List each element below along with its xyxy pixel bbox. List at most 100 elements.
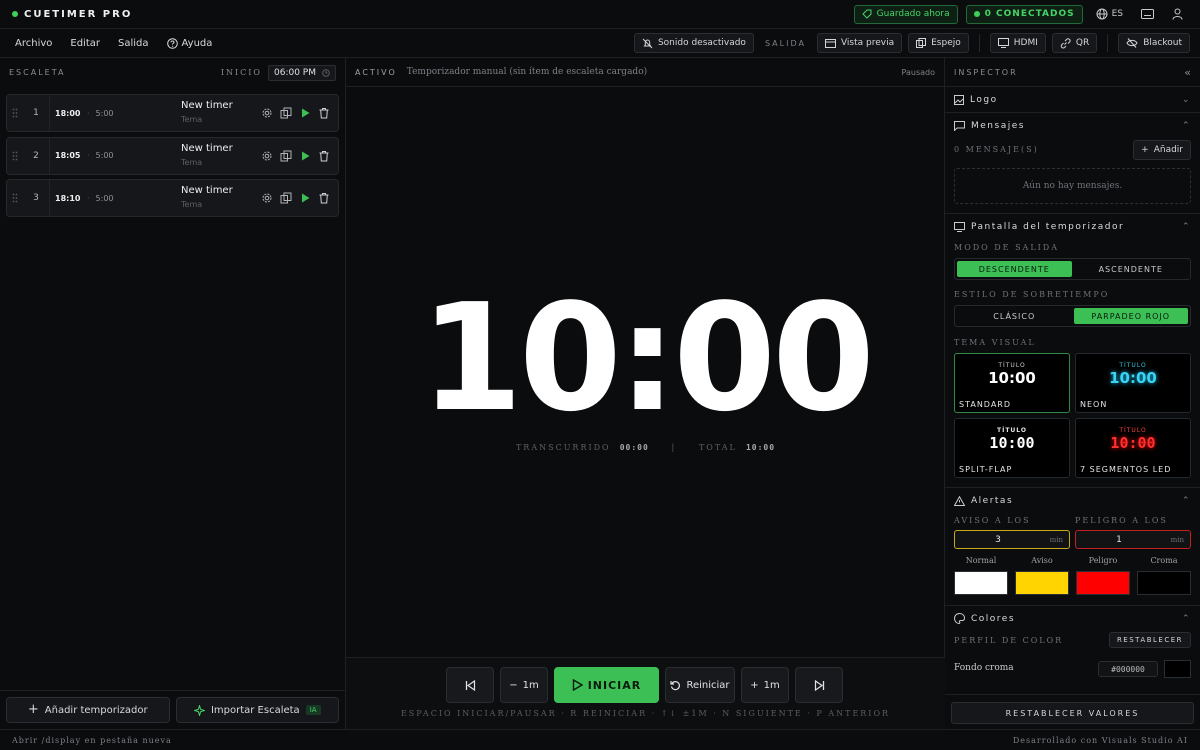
theme-7-segment-led[interactable]: TÍTULO 10:00 7 SEGMENTOS LED <box>1075 418 1191 478</box>
mirror-button[interactable]: Espejo <box>908 33 969 53</box>
reset-profile-button[interactable]: RESTABLECER <box>1108 632 1191 648</box>
warning-at-input[interactable]: 3 min <box>954 530 1070 549</box>
danger-at-value: 1 <box>1116 534 1122 545</box>
delete-icon[interactable] <box>318 107 330 119</box>
overtime-style-toggle: CLÁSICO PARPADEO ROJO <box>954 305 1191 327</box>
previous-button[interactable] <box>446 667 494 703</box>
blackout-button[interactable]: Blackout <box>1118 33 1190 53</box>
import-rundown-button[interactable]: Importar Escaleta IA <box>175 697 339 723</box>
minus-minute-button[interactable]: −1m <box>500 667 548 703</box>
duplicate-icon[interactable] <box>280 107 292 119</box>
collapse-icon[interactable]: « <box>1184 66 1191 79</box>
start-time-input[interactable]: 06:00 PM <box>268 64 336 81</box>
settings-icon[interactable] <box>261 192 273 204</box>
chroma-bg-hex-input[interactable]: #000000 <box>1098 661 1158 677</box>
sound-label: Sonido desactivado <box>657 38 746 48</box>
play-row-icon[interactable] <box>299 107 311 119</box>
keyboard-icon <box>1141 9 1154 19</box>
menu-editar[interactable]: Editar <box>61 38 109 49</box>
overtime-blink-red[interactable]: PARPADEO ROJO <box>1073 308 1188 324</box>
menu-salida[interactable]: Salida <box>109 38 158 49</box>
menu-ayuda[interactable]: Ayuda <box>158 38 222 49</box>
swatch-label-normal: Normal <box>965 556 997 565</box>
logo-header[interactable]: Logo ⌄ <box>954 87 1191 112</box>
add-message-button[interactable]: + Añadir <box>1133 140 1191 160</box>
mode-descending[interactable]: DESCENDENTE <box>957 261 1072 277</box>
timer-display-header[interactable]: Pantalla del temporizador ⌃ <box>954 214 1191 239</box>
drag-handle-icon[interactable] <box>7 193 23 203</box>
swatch-label-croma: Croma <box>1150 556 1178 565</box>
hdmi-button[interactable]: HDMI <box>989 33 1046 53</box>
language-button[interactable]: ES <box>1091 8 1128 20</box>
duplicate-icon[interactable] <box>280 150 292 162</box>
add-timer-label: Añadir temporizador <box>44 704 148 716</box>
keyboard-button[interactable] <box>1136 9 1159 19</box>
row-theme: Tema <box>181 200 203 209</box>
preview-button[interactable]: Vista previa <box>816 33 903 53</box>
row-actions <box>261 192 330 204</box>
drag-handle-icon[interactable] <box>7 108 23 118</box>
reset-button[interactable]: Reiniciar <box>665 667 735 703</box>
rundown-row[interactable]: 3 18:10 · 5:00 New timer Tema <box>6 179 339 217</box>
theme-title: TÍTULO <box>997 427 1027 434</box>
mode-ascending[interactable]: ASCENDENTE <box>1074 261 1189 277</box>
drag-handle-icon[interactable] <box>7 151 23 161</box>
row-name: New timer <box>181 142 233 154</box>
reset-values-button[interactable]: RESTABLECER VALORES <box>951 702 1194 724</box>
delete-icon[interactable] <box>318 192 330 204</box>
delete-icon[interactable] <box>318 150 330 162</box>
theme-split-flap[interactable]: TÍTULO 10:00 SPLIT-FLAP <box>954 418 1070 478</box>
saved-indicator: Guardado ahora <box>853 4 958 24</box>
row-number: 2 <box>23 137 50 174</box>
settings-icon[interactable] <box>261 107 273 119</box>
start-label: INICIAR <box>587 678 642 692</box>
add-timer-button[interactable]: + Añadir temporizador <box>6 697 170 723</box>
section-messages: Mensajes ⌃ 0 MENSAJE(S) + Añadir Aún no ha… <box>945 113 1200 214</box>
preview-label: Vista previa <box>840 38 895 48</box>
link-icon <box>1060 37 1071 49</box>
tag-icon <box>861 9 872 19</box>
total-label: TOTAL <box>698 443 737 452</box>
play-row-icon[interactable] <box>299 192 311 204</box>
colors-header[interactable]: Colores ⌃ <box>954 606 1191 631</box>
qr-button[interactable]: QR <box>1051 33 1098 53</box>
color-swatch-peligro[interactable] <box>1076 571 1130 595</box>
swatch-label-aviso: Aviso <box>1031 556 1053 565</box>
rundown-row[interactable]: 1 18:00 · 5:00 New timer Tema <box>6 94 339 132</box>
overtime-classic[interactable]: CLÁSICO <box>957 308 1072 324</box>
theme-standard[interactable]: TÍTULO 10:00 STANDARD <box>954 353 1070 413</box>
user-button[interactable] <box>1167 8 1188 20</box>
chevron-up-icon: ⌃ <box>1181 221 1191 232</box>
ai-badge: IA <box>305 705 321 715</box>
chroma-bg-swatch[interactable] <box>1164 660 1191 678</box>
start-button[interactable]: INICIAR <box>554 667 659 703</box>
danger-at-input[interactable]: 1 min <box>1075 530 1191 549</box>
theme-value: 10:00 <box>1110 434 1156 452</box>
messages-header[interactable]: Mensajes ⌃ <box>954 113 1191 138</box>
color-swatch-croma[interactable] <box>1137 571 1191 595</box>
menu-archivo[interactable]: Archivo <box>6 38 61 49</box>
connected-button[interactable]: 0 CONECTADOS <box>965 4 1083 24</box>
chevron-up-icon: ⌃ <box>1181 495 1191 506</box>
output-mode-toggle: DESCENDENTE ASCENDENTE <box>954 258 1191 280</box>
minus-icon: − <box>509 679 518 691</box>
plus-minute-button[interactable]: +1m <box>741 667 789 703</box>
alerts-header[interactable]: Alertas ⌃ <box>954 488 1191 513</box>
next-button[interactable] <box>795 667 843 703</box>
color-swatch-normal[interactable] <box>954 571 1008 595</box>
rundown-row[interactable]: 2 18:05 · 5:00 New timer Tema <box>6 136 339 175</box>
color-swatch-aviso[interactable] <box>1015 571 1069 595</box>
message-icon <box>954 120 965 131</box>
overtime-style-label: ESTILO DE SOBRETIEMPO <box>954 290 1110 299</box>
theme-neon[interactable]: TÍTULO 10:00 NEON <box>1075 353 1191 413</box>
sound-toggle-button[interactable]: Sonido desactivado <box>633 33 754 53</box>
rundown-panel: ESCALETA INICIO 06:00 PM 1 18:00 · 5:00 New … <box>0 58 346 729</box>
open-display-link[interactable]: Abrir /display en pestaña nueva <box>12 736 172 745</box>
timer-stage: ACTIVO Temporizador manual (sin ítem de … <box>346 58 945 729</box>
settings-icon[interactable] <box>261 150 273 162</box>
row-name: New timer <box>181 185 233 196</box>
play-row-icon[interactable] <box>299 150 311 162</box>
warning-at-value: 3 <box>995 534 1001 545</box>
duplicate-icon[interactable] <box>280 192 292 204</box>
timer-state: Pausado <box>901 67 935 77</box>
